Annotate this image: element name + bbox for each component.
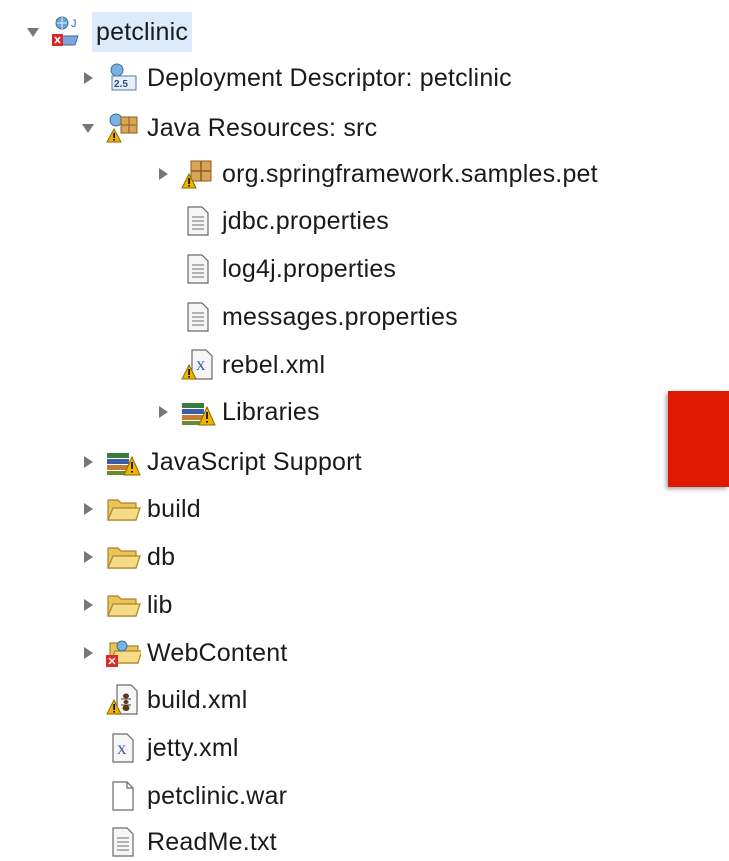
tree-label-lib[interactable]: lib	[147, 585, 173, 625]
text-file-icon	[178, 249, 218, 289]
tree-row-java-resources[interactable]: Java Resources: src	[75, 104, 377, 152]
tree-label-rebel-xml[interactable]: rebel.xml	[222, 345, 325, 385]
web-project-icon: J	[48, 12, 88, 52]
tree-row-build[interactable]: build	[75, 485, 201, 533]
folder-icon	[103, 585, 143, 625]
svg-text:2.5: 2.5	[114, 79, 128, 90]
package-icon	[178, 154, 218, 194]
web-folder-error-icon	[103, 633, 143, 673]
tree-row-jdbc-properties[interactable]: jdbc.properties	[150, 197, 389, 245]
tree-label-webcontent[interactable]: WebContent	[147, 633, 288, 673]
tree-row-javascript-support[interactable]: JavaScript Support	[75, 438, 362, 486]
expanded-arrow-icon[interactable]	[75, 115, 101, 141]
tree-row-log4j-properties[interactable]: log4j.properties	[150, 245, 396, 293]
tree-row-petclinic[interactable]: J petclinic	[20, 8, 193, 56]
tree-row-webcontent[interactable]: WebContent	[75, 629, 288, 677]
text-file-icon	[178, 297, 218, 337]
text-file-icon	[178, 201, 218, 241]
java-resources-icon	[103, 108, 143, 148]
tree-row-build-xml[interactable]: build.xml	[75, 676, 247, 724]
tree-row-package[interactable]: org.springframework.samples.pet	[150, 150, 598, 198]
tree-label-libraries[interactable]: Libraries	[222, 392, 320, 432]
tree-row-deployment-descriptor[interactable]: 2.5 Deployment Descriptor: petclinic	[75, 54, 512, 102]
ant-file-icon	[103, 680, 143, 720]
collapsed-arrow-icon[interactable]	[75, 592, 101, 618]
collapsed-arrow-icon[interactable]	[150, 161, 176, 187]
tree-label-jdbc-properties[interactable]: jdbc.properties	[222, 201, 389, 241]
tree-label-build[interactable]: build	[147, 489, 201, 529]
tree-label-readme-txt[interactable]: ReadMe.txt	[147, 822, 277, 861]
tree-row-lib[interactable]: lib	[75, 581, 173, 629]
project-explorer-tree: J petclinic 2.5 Deployment Descriptor: p…	[0, 0, 729, 861]
collapsed-arrow-icon[interactable]	[75, 544, 101, 570]
text-file-icon	[103, 822, 143, 861]
tree-row-jetty-xml[interactable]: X jetty.xml	[75, 724, 239, 772]
tree-label-petclinic-war[interactable]: petclinic.war	[147, 776, 287, 816]
red-marker-box	[668, 391, 729, 487]
svg-text:J: J	[71, 18, 77, 30]
blank-file-icon	[103, 776, 143, 816]
tree-label-javascript-support[interactable]: JavaScript Support	[147, 442, 362, 482]
tree-label-log4j-properties[interactable]: log4j.properties	[222, 249, 396, 289]
libraries-icon	[178, 392, 218, 432]
tree-label-jetty-xml[interactable]: jetty.xml	[147, 728, 239, 768]
tree-row-db[interactable]: db	[75, 533, 175, 581]
svg-text:X: X	[117, 742, 127, 757]
collapsed-arrow-icon[interactable]	[75, 449, 101, 475]
svg-text:X: X	[196, 358, 206, 373]
collapsed-arrow-icon[interactable]	[75, 640, 101, 666]
libraries-icon	[103, 442, 143, 482]
folder-icon	[103, 489, 143, 529]
folder-icon	[103, 537, 143, 577]
tree-label-deployment-descriptor[interactable]: Deployment Descriptor: petclinic	[147, 58, 512, 98]
collapsed-arrow-icon[interactable]	[75, 65, 101, 91]
tree-label-package[interactable]: org.springframework.samples.pet	[222, 154, 598, 194]
collapsed-arrow-icon[interactable]	[75, 496, 101, 522]
expanded-arrow-icon[interactable]	[20, 19, 46, 45]
tree-label-build-xml[interactable]: build.xml	[147, 680, 247, 720]
tree-row-messages-properties[interactable]: messages.properties	[150, 293, 458, 341]
deployment-descriptor-icon: 2.5	[103, 58, 143, 98]
tree-row-petclinic-war[interactable]: petclinic.war	[75, 772, 287, 820]
tree-label-petclinic[interactable]: petclinic	[92, 12, 193, 52]
tree-label-messages-properties[interactable]: messages.properties	[222, 297, 458, 337]
xml-file-warning-icon: X	[178, 345, 218, 385]
xml-file-icon: X	[103, 728, 143, 768]
tree-row-readme-txt[interactable]: ReadMe.txt	[75, 818, 277, 861]
tree-row-rebel-xml[interactable]: X rebel.xml	[150, 341, 325, 389]
tree-label-db[interactable]: db	[147, 537, 175, 577]
tree-label-java-resources[interactable]: Java Resources: src	[147, 108, 377, 148]
collapsed-arrow-icon[interactable]	[150, 399, 176, 425]
tree-row-libraries[interactable]: Libraries	[150, 388, 320, 436]
